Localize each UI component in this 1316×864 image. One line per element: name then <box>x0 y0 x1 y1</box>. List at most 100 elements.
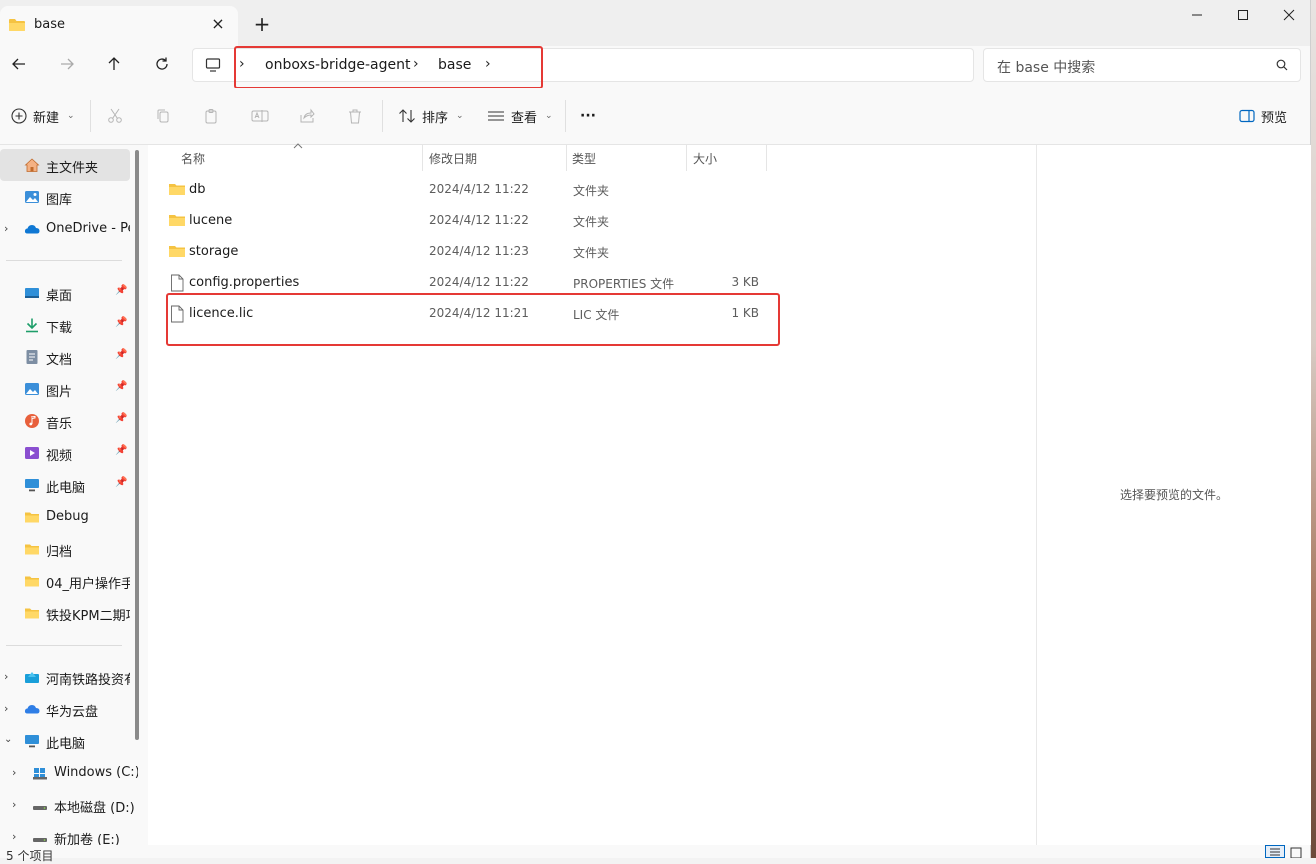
divider <box>90 100 91 132</box>
close-window-button[interactable] <box>1266 6 1312 28</box>
paste-button[interactable] <box>203 104 219 128</box>
pin-icon[interactable]: 📌 <box>115 477 127 488</box>
sidebar-item-pictures[interactable]: 图片 📌 <box>0 373 130 405</box>
file-modified: 2024/4/12 11:22 <box>429 182 529 196</box>
up-button[interactable] <box>101 54 127 80</box>
file-row[interactable]: lucene 2024/4/12 11:22 文件夹 <box>162 206 782 236</box>
sidebar-item-this-pc[interactable]: ⌄ 此电脑 <box>0 725 130 757</box>
sidebar-item-desktop[interactable]: 桌面 📌 <box>0 277 130 309</box>
folder-icon <box>25 576 39 587</box>
sidebar-item-onedrive[interactable]: › OneDrive - Per <box>0 213 130 245</box>
file-size: 3 KB <box>731 275 759 289</box>
close-icon <box>1283 9 1295 21</box>
details-view-button[interactable] <box>1265 845 1285 858</box>
maximize-icon <box>1238 10 1248 20</box>
maximize-button[interactable] <box>1220 6 1266 28</box>
computer-icon <box>25 735 39 748</box>
column-header-modified[interactable]: 修改日期 <box>429 150 477 167</box>
pin-icon[interactable]: 📌 <box>115 349 127 360</box>
tab-base[interactable]: base × <box>0 6 238 46</box>
rename-button[interactable] <box>251 104 269 128</box>
new-tab-button[interactable]: + <box>252 14 272 34</box>
disk-drive-icon <box>33 806 47 810</box>
folder-icon <box>169 184 185 195</box>
sidebar-item-gallery[interactable]: 图库 <box>0 181 130 213</box>
sidebar-scrollbar[interactable] <box>135 150 139 740</box>
pin-icon[interactable]: 📌 <box>115 413 127 424</box>
pin-icon[interactable]: 📌 <box>115 285 127 296</box>
share-icon <box>300 108 315 123</box>
file-row[interactable]: storage 2024/4/12 11:23 文件夹 <box>162 237 782 267</box>
sidebar-item-folder[interactable]: 归档 <box>0 533 130 565</box>
cloud-icon <box>24 705 40 714</box>
minimize-icon <box>1192 14 1202 16</box>
chevron-right-icon[interactable]: › <box>4 702 8 715</box>
sidebar-item-documents[interactable]: 文档 📌 <box>0 341 130 373</box>
sidebar-item-home[interactable]: 主文件夹 <box>0 149 130 181</box>
share-button[interactable] <box>299 104 315 128</box>
chevron-right-icon[interactable]: › <box>12 766 16 779</box>
windows-drive-icon <box>33 768 47 780</box>
chevron-right-icon[interactable]: › <box>12 830 16 843</box>
forward-button[interactable] <box>54 54 80 80</box>
refresh-button[interactable] <box>149 54 175 80</box>
chevron-right-icon[interactable]: › <box>4 222 8 235</box>
chevron-down-icon[interactable]: ⌄ <box>4 734 12 745</box>
tab-title: base <box>34 17 65 32</box>
sidebar-item-cloud-drive[interactable]: › 河南铁路投资有 <box>0 661 130 693</box>
delete-button[interactable] <box>347 104 363 128</box>
sort-button[interactable]: 排序 ⌄ <box>398 104 464 128</box>
sidebar-item-drive-d[interactable]: › 本地磁盘 (D:) <box>8 789 138 821</box>
sidebar-item-label: 主文件夹 <box>46 161 99 176</box>
back-button[interactable] <box>6 54 32 80</box>
details-view-icon <box>1270 848 1280 856</box>
paste-icon <box>205 109 217 124</box>
sidebar-item-label: 华为云盘 <box>46 705 99 720</box>
file-type: 文件夹 <box>573 215 610 229</box>
sidebar-item-drive-c[interactable]: › Windows (C:) <box>8 757 138 789</box>
sort-icon <box>399 109 415 123</box>
sidebar-item-music[interactable]: 音乐 📌 <box>0 405 130 437</box>
column-header-type[interactable]: 类型 <box>572 150 596 167</box>
sidebar-item-huawei-cloud[interactable]: › 华为云盘 <box>0 693 130 725</box>
sidebar-item-this-pc[interactable]: 此电脑 📌 <box>0 469 130 501</box>
search-box[interactable]: 在 base 中搜索 <box>983 48 1301 82</box>
preview-pane-button[interactable]: 预览 <box>1239 104 1287 128</box>
column-divider[interactable] <box>766 145 767 171</box>
new-button[interactable]: 新建 ⌄ <box>11 104 75 128</box>
sidebar-item-label: Debug <box>46 509 89 524</box>
tiles-view-button[interactable] <box>1288 845 1308 859</box>
chevron-right-icon[interactable]: › <box>4 670 8 683</box>
file-row[interactable]: db 2024/4/12 11:22 文件夹 <box>162 175 782 205</box>
sidebar-item-label: 04_用户操作手册 <box>46 577 130 592</box>
sidebar-item-downloads[interactable]: 下载 📌 <box>0 309 130 341</box>
cut-button[interactable] <box>107 104 123 128</box>
sidebar-item-videos[interactable]: 视频 📌 <box>0 437 130 469</box>
sidebar-item-folder[interactable]: 04_用户操作手册 <box>0 565 130 597</box>
chevron-down-icon: ⌄ <box>67 111 75 121</box>
column-header-name[interactable]: 名称 <box>181 150 205 167</box>
sidebar-item-folder[interactable]: 铁投KPM二期项 <box>0 597 130 629</box>
tiles-view-icon <box>1290 847 1302 859</box>
navigation-pane: 主文件夹 图库 › OneDrive - Per 桌面 📌 下载 📌 文档 📌 <box>0 145 146 858</box>
column-divider[interactable] <box>422 145 423 171</box>
sidebar-item-folder[interactable]: Debug <box>0 501 130 533</box>
column-header-size[interactable]: 大小 <box>693 150 717 167</box>
pin-icon[interactable]: 📌 <box>115 445 127 456</box>
copy-button[interactable] <box>155 104 171 128</box>
file-name: config.properties <box>189 275 300 290</box>
view-button[interactable]: 查看 ⌄ <box>487 104 553 128</box>
more-options-button[interactable]: ··· <box>580 104 596 128</box>
file-name: lucene <box>189 213 233 228</box>
file-modified: 2024/4/12 11:23 <box>429 244 529 258</box>
column-divider[interactable] <box>566 145 567 171</box>
close-tab-icon[interactable]: × <box>208 14 228 34</box>
pin-icon[interactable]: 📌 <box>115 381 127 392</box>
music-icon <box>25 414 39 428</box>
download-icon <box>26 318 38 333</box>
title-bar: base × + <box>0 0 1310 46</box>
chevron-right-icon[interactable]: › <box>12 798 16 811</box>
minimize-button[interactable] <box>1174 6 1220 28</box>
column-divider[interactable] <box>686 145 687 171</box>
pin-icon[interactable]: 📌 <box>115 317 127 328</box>
